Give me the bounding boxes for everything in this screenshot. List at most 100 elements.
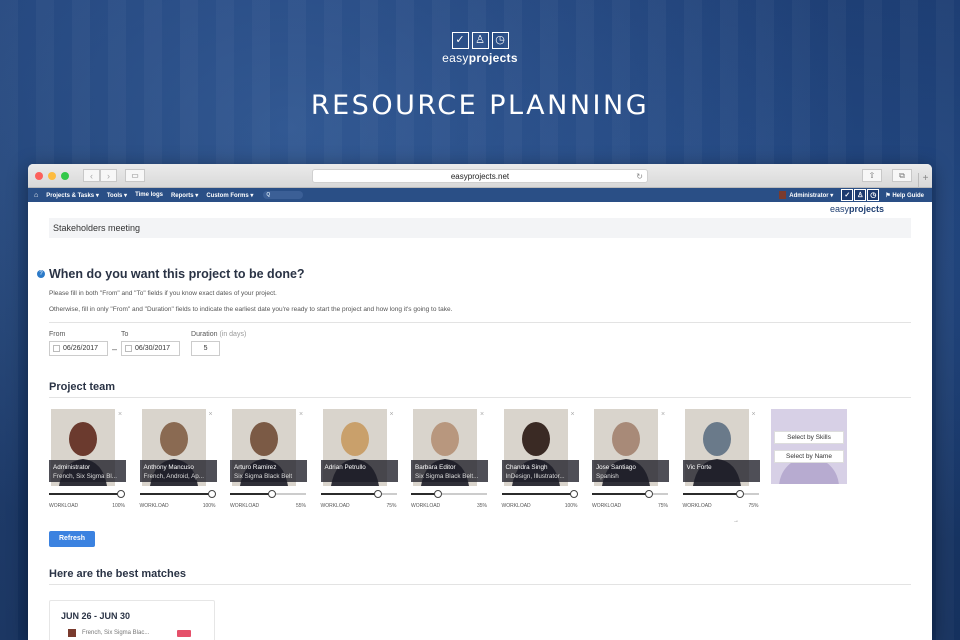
duration-label-text: Duration <box>191 331 218 338</box>
workload-slider[interactable] <box>501 490 578 498</box>
team-member-card[interactable]: × Vic Forte WORKLOAD 75% <box>682 409 763 509</box>
slider-fill <box>49 493 121 495</box>
remove-member-icon[interactable]: × <box>752 411 756 418</box>
to-label: To <box>121 331 129 338</box>
remove-member-icon[interactable]: × <box>209 411 213 418</box>
workload-label: WORKLOAD <box>411 503 441 509</box>
from-date-field[interactable]: 06/26/2017 <box>49 341 108 356</box>
sub-logo: easyprojects <box>829 204 884 214</box>
team-member-card[interactable]: × Arturo Ramirez Six Sigma Black Belt WORKL… <box>230 409 310 509</box>
from-label: From <box>49 331 66 338</box>
divider <box>49 397 911 398</box>
remove-member-icon[interactable]: × <box>571 411 575 418</box>
url-bar[interactable]: easyprojects.net ↻ <box>312 169 648 183</box>
workload-row: WORKLOAD 75% <box>592 503 668 509</box>
member-name-plate: Administrator French, Six Sigma Bl... <box>49 460 126 482</box>
slider-knob[interactable] <box>373 490 382 498</box>
duration-field[interactable]: 5 <box>191 341 221 356</box>
divider <box>49 584 911 585</box>
workload-row: WORKLOAD 35% <box>411 503 487 509</box>
team-member-card[interactable]: × Adrian Petrullo WORKLOAD 75% <box>320 409 401 509</box>
schedule-question: When do you want this project to be done… <box>49 267 305 281</box>
hint-text-2: Otherwise, fill in only "From" and "Dura… <box>49 306 453 313</box>
admin-menu[interactable]: Administrator ▾ <box>789 192 833 199</box>
close-window-icon[interactable] <box>35 171 43 180</box>
workload-slider[interactable] <box>49 490 125 498</box>
home-icon[interactable]: ⌂ <box>34 192 38 199</box>
project-name-field[interactable]: Stakeholders meeting <box>49 218 911 238</box>
to-date-field[interactable]: 06/30/2017 <box>121 341 181 356</box>
team-member-card[interactable]: × Barbara Editor Six Sigma Black Belt... WO… <box>411 409 491 509</box>
remove-member-icon[interactable]: × <box>118 411 122 418</box>
remove-member-icon[interactable]: × <box>480 411 484 418</box>
slider-fill <box>139 493 212 495</box>
menu-custom-forms[interactable]: Custom Forms ▾ <box>206 192 253 199</box>
workload-value: 100% <box>112 503 125 509</box>
team-member-card[interactable]: × Chandra Singh InDesign, Illustrator... WO… <box>501 409 582 509</box>
refresh-button[interactable]: Refresh <box>49 531 95 547</box>
remove-member-icon[interactable]: × <box>661 411 665 418</box>
workload-row: WORKLOAD 75% <box>321 503 397 509</box>
slider-knob[interactable] <box>735 490 744 498</box>
divider <box>49 322 911 323</box>
calendar-icon[interactable] <box>53 345 60 352</box>
member-skills: French, Android, Ap... <box>143 473 205 480</box>
maximize-window-icon[interactable] <box>61 171 69 180</box>
slider-knob[interactable] <box>207 490 216 498</box>
match-card[interactable]: JUN 26 - JUN 30 French, Six Sigma Blac..… <box>49 600 215 640</box>
checkmark-icon: ✓ <box>451 32 469 49</box>
member-name: Anthony Mancuso <box>143 464 194 471</box>
slider-fill <box>592 493 649 495</box>
team-member-card[interactable]: × Jose Santiago Spanish WORKLOAD 75% <box>592 409 672 509</box>
workload-slider[interactable] <box>320 490 397 498</box>
page-headline: RESOURCE PLANNING <box>310 90 650 121</box>
menu-projects-tasks[interactable]: Projects & Tasks ▾ <box>46 192 99 199</box>
slider-knob[interactable] <box>433 490 442 498</box>
share-icon[interactable]: ⇧ <box>862 169 882 182</box>
member-name-plate: Chandra Singh InDesign, Illustrator... <box>501 460 579 482</box>
remove-member-icon[interactable]: × <box>390 411 394 418</box>
calendar-icon[interactable] <box>125 345 133 352</box>
workload-label: WORKLOAD <box>139 503 169 509</box>
reload-icon[interactable]: ↻ <box>636 170 643 183</box>
to-date-value: 06/30/2017 <box>135 345 171 352</box>
help-icon[interactable]: ? <box>37 270 45 278</box>
workload-value: 75% <box>386 503 397 509</box>
workload-slider[interactable] <box>139 490 216 498</box>
member-name: Barbara Editor <box>415 464 456 471</box>
team-member-card[interactable]: × Administrator French, Six Sigma Bl... WOR… <box>49 409 129 509</box>
tabs-icon[interactable]: ⧉ <box>892 169 912 182</box>
menu-tools[interactable]: Tools ▾ <box>107 192 127 199</box>
workload-row: WORKLOAD 55% <box>230 503 306 509</box>
hint-text: Please fill in both "From" and "To" fiel… <box>49 290 277 297</box>
slider-knob[interactable] <box>569 490 578 498</box>
member-skills: Six Sigma Black Belt... <box>415 473 479 480</box>
workload-slider[interactable] <box>230 490 306 498</box>
workload-value: 75% <box>657 503 668 509</box>
help-guide-link[interactable]: ⚑ Help Guide <box>885 192 924 199</box>
menu-reports[interactable]: Reports ▾ <box>171 192 198 199</box>
workload-value: 35% <box>476 503 487 509</box>
minimize-window-icon[interactable] <box>48 171 56 180</box>
member-name: Vic Forte <box>686 464 712 471</box>
slider-knob[interactable] <box>117 490 125 498</box>
from-date-value: 06/26/2017 <box>63 345 99 352</box>
select-by-skills-button[interactable]: Select by Skills <box>774 431 844 444</box>
slider-knob[interactable] <box>267 490 276 498</box>
workload-value: 100% <box>202 503 216 509</box>
member-name: Chandra Singh <box>505 464 548 471</box>
select-by-name-button[interactable]: Select by Name <box>774 450 844 463</box>
menu-time-logs[interactable]: Time logs <box>135 192 163 198</box>
plus-icon[interactable]: + <box>918 173 932 188</box>
workload-slider[interactable] <box>682 490 759 498</box>
sidebar-icon[interactable]: ▭ <box>125 169 145 182</box>
team-member-card[interactable]: × Anthony Mancuso French, Android, Ap... WO… <box>139 409 220 509</box>
search-input[interactable]: Q <box>263 191 304 199</box>
chevron-right-icon[interactable]: › <box>100 169 117 182</box>
workload-slider[interactable] <box>411 490 487 498</box>
workload-label: WORKLOAD <box>592 503 622 509</box>
remove-member-icon[interactable]: × <box>299 411 303 418</box>
chevron-left-icon[interactable]: ‹ <box>83 169 100 182</box>
slider-knob[interactable] <box>645 490 653 498</box>
workload-slider[interactable] <box>592 490 668 498</box>
